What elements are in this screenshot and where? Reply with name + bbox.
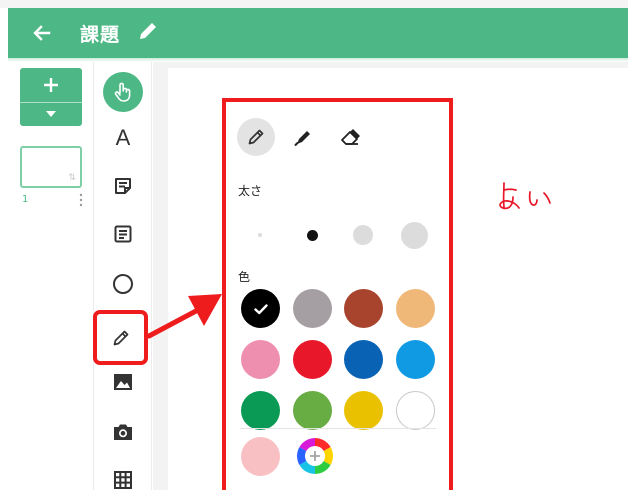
handwritten-ink[interactable]: よい: [494, 177, 556, 217]
thickness-option-3[interactable]: [346, 218, 380, 252]
thickness-option-2[interactable]: [295, 218, 329, 252]
select-tool-button[interactable]: [103, 72, 143, 112]
color-swatch[interactable]: [241, 289, 280, 328]
color-wheel-plus-icon: [297, 438, 333, 474]
color-swatch[interactable]: [293, 289, 332, 328]
palette-divider: [240, 428, 436, 429]
thickness-option-1[interactable]: [243, 218, 277, 252]
color-label: 色: [238, 270, 251, 284]
eraser-icon: [341, 129, 360, 145]
hand-pointer-icon: [114, 82, 131, 102]
arrow-left-icon: [33, 25, 51, 41]
text-tool-button[interactable]: A: [103, 118, 143, 158]
thickness-option-4[interactable]: [397, 218, 431, 252]
check-icon: [253, 303, 268, 314]
page-thumbnail[interactable]: ⇅: [20, 146, 82, 188]
shape-tool-button[interactable]: [103, 264, 143, 304]
color-swatch[interactable]: [396, 289, 435, 328]
camera-icon: [114, 424, 132, 440]
pen-icon: [113, 330, 128, 345]
pen-type-pen-button[interactable]: [237, 118, 275, 156]
page-title: 課題: [80, 24, 121, 46]
edit-title-button[interactable]: [136, 19, 160, 43]
color-swatch[interactable]: [344, 289, 383, 328]
pen-tool-button[interactable]: [93, 310, 148, 365]
custom-color-swatch[interactable]: [241, 437, 280, 476]
back-button[interactable]: [26, 17, 58, 49]
plus-icon: [20, 71, 82, 99]
tool-bar: A: [95, 62, 152, 490]
color-swatch[interactable]: [396, 340, 435, 379]
pen-options-popup: 太さ 色: [222, 98, 453, 490]
color-swatch[interactable]: [344, 391, 383, 430]
more-vertical-icon: [79, 193, 83, 207]
table-tool-button[interactable]: [103, 460, 143, 490]
color-swatch[interactable]: [396, 391, 435, 430]
marker-icon: [294, 131, 310, 147]
window-top-strip: [0, 0, 628, 8]
thickness-label: 太さ: [238, 184, 263, 198]
color-swatch[interactable]: [293, 340, 332, 379]
image-tool-button[interactable]: [103, 362, 143, 402]
card-icon: [114, 225, 132, 243]
page-list-panel: ⇅ 1: [8, 62, 94, 490]
sticky-note-icon: [115, 178, 131, 194]
add-page-button[interactable]: [20, 68, 82, 126]
table-icon: [114, 471, 132, 489]
circle-icon: [113, 274, 133, 294]
pen-type-eraser-button[interactable]: [331, 118, 369, 156]
color-swatch[interactable]: [241, 391, 280, 430]
pen-type-marker-button[interactable]: [284, 118, 322, 156]
card-tool-button[interactable]: [103, 214, 143, 254]
page-more-menu[interactable]: [78, 192, 84, 207]
drag-handle-icon[interactable]: ⇅: [68, 173, 76, 183]
color-swatch[interactable]: [293, 391, 332, 430]
pen-icon: [248, 129, 264, 145]
caret-down-icon[interactable]: [20, 104, 82, 124]
page-number: 1: [22, 194, 29, 205]
pencil-icon: [140, 23, 156, 39]
add-button-separator: [20, 102, 82, 103]
image-icon: [114, 374, 132, 390]
add-custom-color-button[interactable]: [296, 437, 334, 475]
color-swatch[interactable]: [344, 340, 383, 379]
camera-tool-button[interactable]: [103, 412, 143, 452]
app-header: 課題: [0, 0, 628, 62]
sticky-note-tool-button[interactable]: [103, 166, 143, 206]
color-swatch[interactable]: [241, 340, 280, 379]
